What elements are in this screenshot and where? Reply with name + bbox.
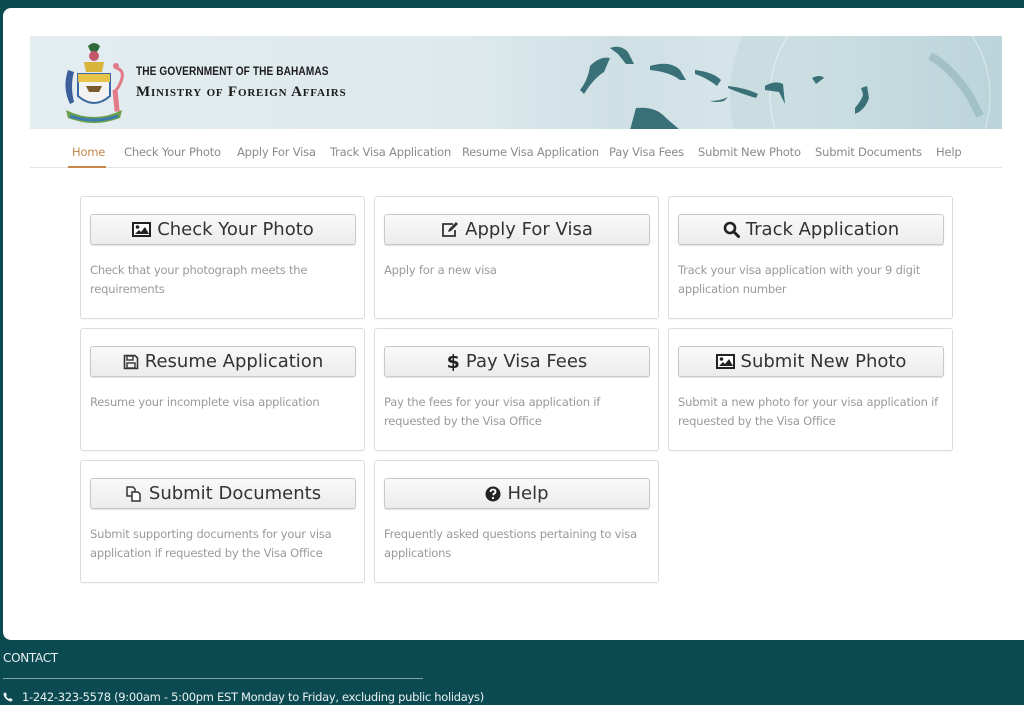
card-help: Help Frequently asked questions pertaini…: [374, 460, 659, 583]
submit-documents-label: Submit Documents: [148, 483, 322, 504]
card-check-your-photo: Check Your Photo Check that your photogr…: [80, 196, 365, 319]
card-track-application: Track Application Track your visa applic…: [668, 196, 953, 319]
footer-contact-title: CONTACT: [3, 651, 58, 665]
card-apply-for-visa: Apply For Visa Apply for a new visa: [374, 196, 659, 319]
phone-icon: [3, 692, 13, 702]
resume-application-description: Resume your incomplete visa application: [90, 395, 320, 409]
track-application-description: Track your visa application with your 9 …: [678, 263, 921, 296]
help-button[interactable]: Help: [384, 478, 650, 509]
nav-resume-visa-application[interactable]: Resume Visa Application: [462, 145, 599, 159]
resume-application-label: Resume Application: [144, 351, 324, 372]
submit-new-photo-label: Submit New Photo: [740, 351, 907, 372]
edit-icon: [442, 221, 459, 237]
card-resume-application: Resume Application Resume your incomplet…: [80, 328, 365, 451]
ministry-title: Ministry of Foreign Affairs: [136, 84, 347, 100]
submit-new-photo-button[interactable]: Submit New Photo: [678, 346, 944, 377]
nav-pay-visa-fees[interactable]: Pay Visa Fees: [609, 145, 684, 159]
header-banner: THE GOVERNMENT OF THE BAHAMAS Ministry o…: [30, 36, 1002, 129]
submit-new-photo-description: Submit a new photo for your visa applica…: [678, 395, 939, 428]
government-title: THE GOVERNMENT OF THE BAHAMAS: [136, 66, 329, 78]
card-submit-documents: Submit Documents Submit supporting docum…: [80, 460, 365, 583]
check-your-photo-button[interactable]: Check Your Photo: [90, 214, 356, 245]
submit-documents-button[interactable]: Submit Documents: [90, 478, 356, 509]
footer-divider: [3, 678, 423, 679]
main-nav: Home Check Your Photo Apply For Visa Tra…: [30, 140, 1002, 168]
help-description: Frequently asked questions pertaining to…: [384, 527, 637, 560]
resume-application-button[interactable]: Resume Application: [90, 346, 356, 377]
search-icon: [723, 221, 740, 238]
submit-documents-description: Submit supporting documents for your vis…: [90, 527, 332, 560]
nav-home[interactable]: Home: [72, 145, 105, 159]
footer-phone: 1-242-323-5578 (9:00am - 5:00pm EST Mond…: [3, 690, 484, 704]
coat-of-arms-icon: [65, 43, 124, 123]
apply-for-visa-button[interactable]: Apply For Visa: [384, 214, 650, 245]
check-your-photo-label: Check Your Photo: [157, 219, 314, 240]
card-submit-new-photo: Submit New Photo Submit a new photo for …: [668, 328, 953, 451]
nav-apply-for-visa[interactable]: Apply For Visa: [237, 145, 316, 159]
nav-submit-new-photo[interactable]: Submit New Photo: [698, 145, 801, 159]
help-label: Help: [507, 483, 549, 504]
copy-icon: [126, 485, 141, 502]
pay-visa-fees-label: Pay Visa Fees: [465, 351, 588, 372]
picture-icon: [715, 354, 735, 369]
save-icon: [123, 354, 139, 369]
question-circle-icon: [485, 486, 501, 501]
dollar-icon: $: [446, 350, 460, 373]
nav-active-indicator: [68, 166, 106, 168]
track-application-label: Track Application: [745, 219, 900, 240]
nav-help[interactable]: Help: [936, 145, 962, 159]
nav-track-visa-application[interactable]: Track Visa Application: [330, 145, 451, 159]
check-your-photo-description: Check that your photograph meets the req…: [90, 263, 308, 296]
apply-for-visa-label: Apply For Visa: [465, 219, 593, 240]
pay-visa-fees-button[interactable]: $ Pay Visa Fees: [384, 346, 650, 377]
nav-submit-documents[interactable]: Submit Documents: [815, 145, 922, 159]
pay-visa-fees-description: Pay the fees for your visa application i…: [384, 395, 601, 428]
track-application-button[interactable]: Track Application: [678, 214, 944, 245]
card-pay-visa-fees: $ Pay Visa Fees Pay the fees for your vi…: [374, 328, 659, 451]
footer-phone-text[interactable]: 1-242-323-5578 (9:00am - 5:00pm EST Mond…: [22, 690, 484, 704]
caribbean-map-graphic: [580, 36, 1002, 129]
picture-icon: [132, 222, 152, 237]
apply-for-visa-description: Apply for a new visa: [384, 263, 497, 277]
nav-check-your-photo[interactable]: Check Your Photo: [124, 145, 221, 159]
